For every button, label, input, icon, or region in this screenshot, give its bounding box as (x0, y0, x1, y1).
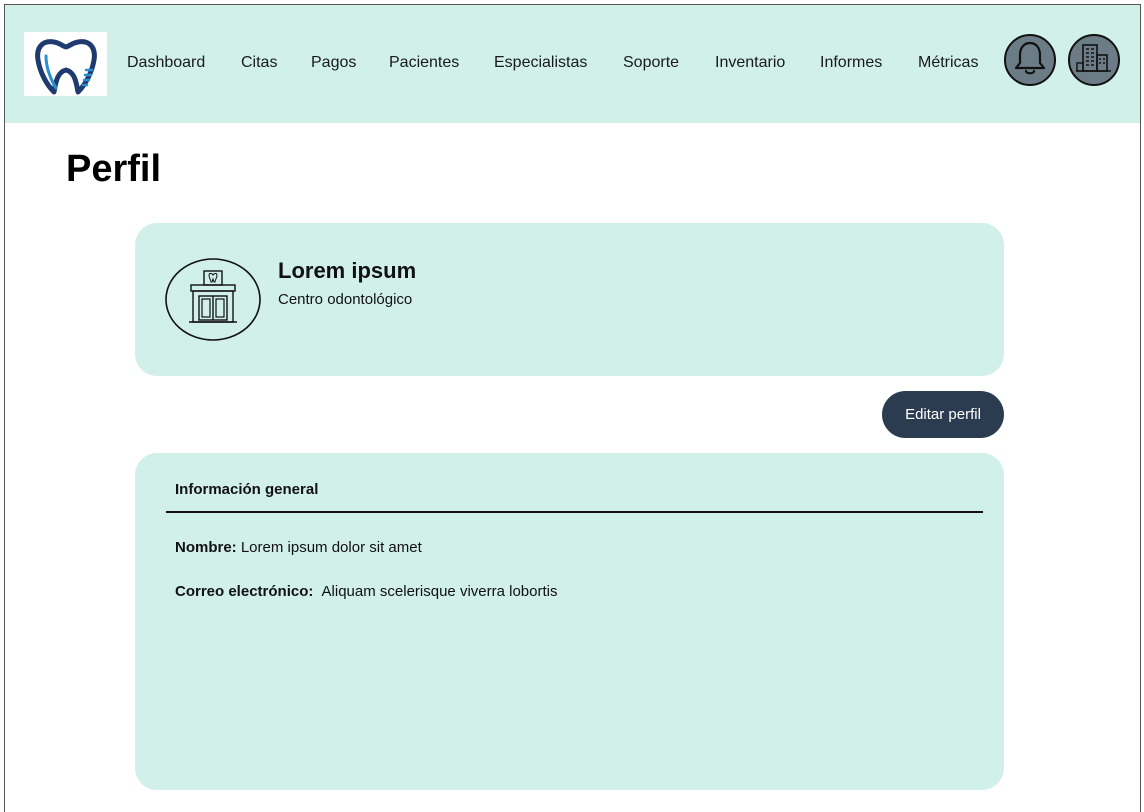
general-info-card: Información general Nombre: Lorem ipsum … (135, 453, 1004, 790)
edit-profile-button[interactable]: Editar perfil (882, 391, 1004, 438)
nav-item-especialistas[interactable]: Especialistas (494, 54, 587, 72)
general-info-heading: Información general (175, 481, 319, 498)
profile-name: Lorem ipsum (278, 258, 417, 283)
nav-item-informes[interactable]: Informes (820, 54, 882, 72)
page-title: Perfil (66, 148, 162, 190)
nav-item-pacientes[interactable]: Pacientes (389, 54, 459, 72)
nav-item-metricas[interactable]: Métricas (918, 54, 978, 72)
account-button[interactable] (1068, 34, 1120, 86)
nav-item-inventario[interactable]: Inventario (715, 54, 785, 72)
email-value: Aliquam scelerisque viverra lobortis (321, 583, 558, 600)
nav-item-citas[interactable]: Citas (241, 54, 277, 72)
profile-card: Lorem ipsum Centro odontológico (135, 223, 1004, 376)
name-label: Nombre: (175, 539, 237, 556)
profile-subtitle: Centro odontológico (278, 291, 413, 308)
email-row: Correo electrónico: Aliquam scelerisque … (175, 583, 557, 600)
email-label: Correo electrónico: (175, 583, 314, 600)
building-icon (1075, 39, 1113, 82)
bell-icon (1013, 40, 1047, 81)
clinic-building-icon (165, 258, 261, 341)
name-row: Nombre: Lorem ipsum dolor sit amet (175, 539, 422, 556)
notifications-button[interactable] (1004, 34, 1056, 86)
divider (166, 511, 983, 513)
nav-item-dashboard[interactable]: Dashboard (127, 54, 205, 72)
name-value: Lorem ipsum dolor sit amet (240, 539, 422, 556)
tooth-logo-icon[interactable] (24, 32, 107, 96)
nav-item-soporte[interactable]: Soporte (623, 54, 679, 72)
nav-item-pagos[interactable]: Pagos (311, 54, 356, 72)
top-navbar: Dashboard Citas Pagos Pacientes Especial… (5, 5, 1140, 123)
